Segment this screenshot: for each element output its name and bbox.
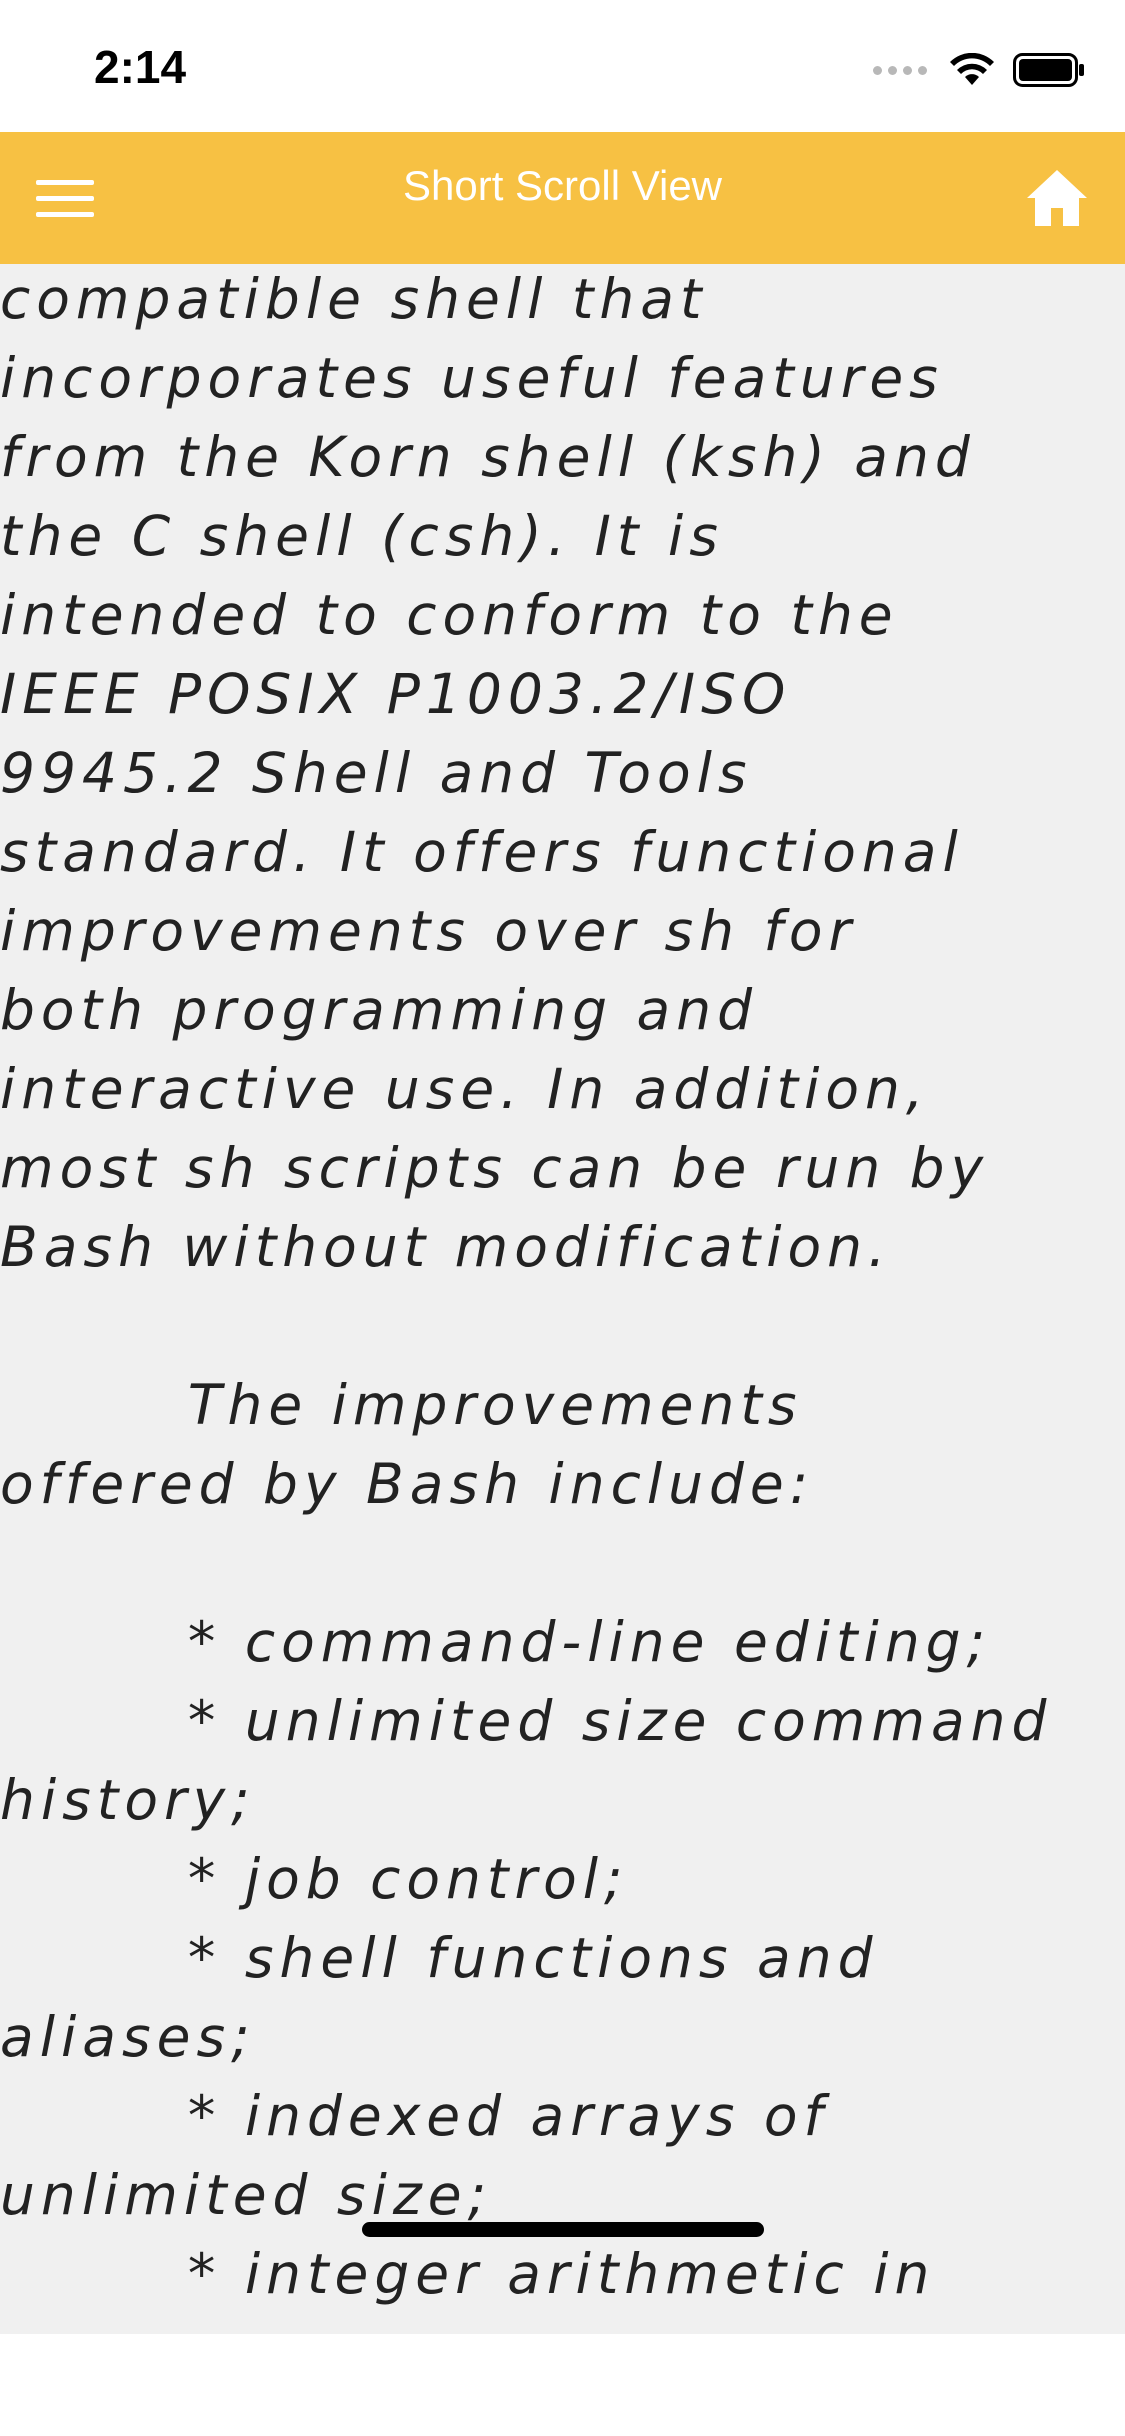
wifi-icon	[950, 53, 994, 85]
content-text: compatible shell that incorporates usefu…	[0, 267, 1053, 2306]
home-indicator[interactable]	[362, 2222, 764, 2237]
home-icon[interactable]	[1025, 166, 1089, 230]
status-icons	[873, 50, 1085, 90]
scroll-content[interactable]: compatible shell that incorporates usefu…	[0, 264, 1125, 2334]
status-time: 2:14	[94, 41, 187, 93]
page-title: Short Scroll View	[402, 162, 723, 209]
battery-icon	[1013, 53, 1084, 87]
navigation-bar: Short Scroll View	[0, 132, 1125, 264]
status-bar: 2:14	[0, 0, 1125, 132]
cellular-signal-icon	[873, 65, 927, 75]
home-indicator-area	[0, 2334, 1125, 2436]
